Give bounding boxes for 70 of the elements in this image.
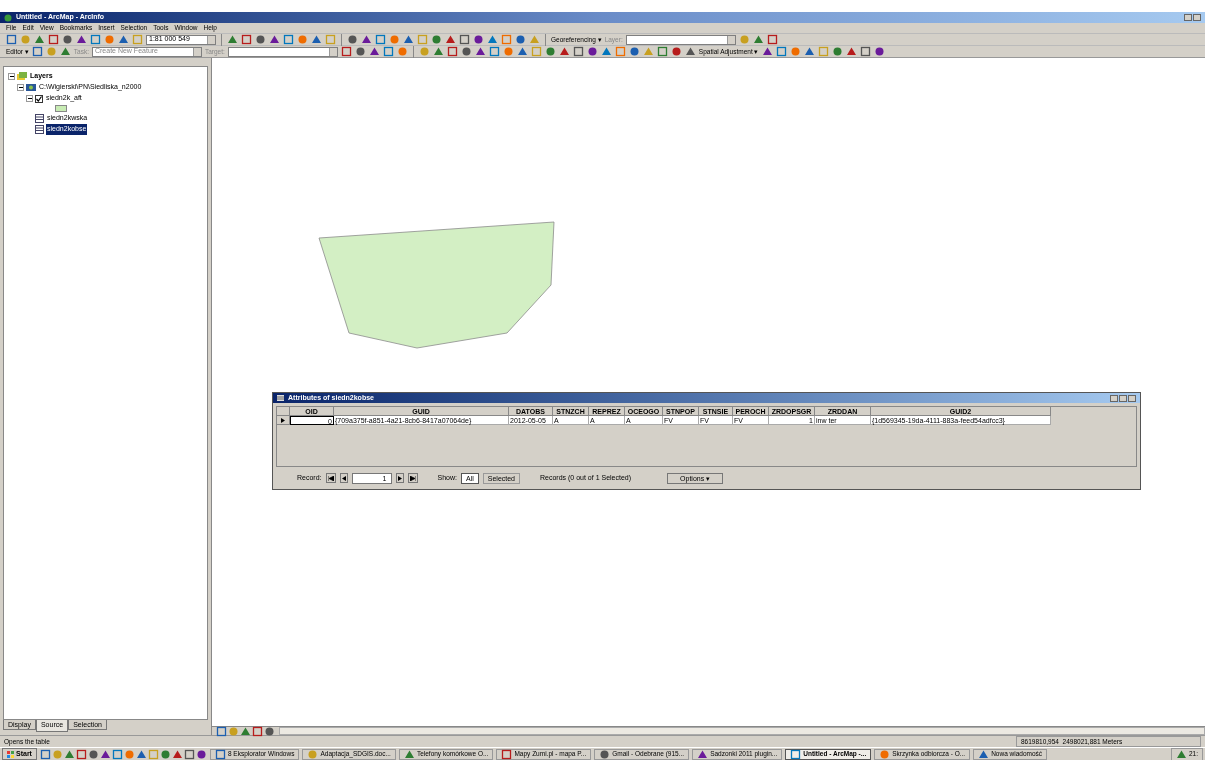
maximize-button[interactable] <box>1193 14 1201 21</box>
next-record-button[interactable] <box>395 473 404 483</box>
tool-icon[interactable] <box>431 34 442 45</box>
tool-icon[interactable] <box>515 34 526 45</box>
tool-icon[interactable] <box>228 725 239 737</box>
tool-icon[interactable] <box>873 46 885 57</box>
tool-icon[interactable] <box>670 46 682 57</box>
first-record-button[interactable] <box>325 473 336 483</box>
tool-icon[interactable] <box>183 748 195 760</box>
tool-icon[interactable] <box>473 34 484 45</box>
tool-icon[interactable] <box>831 46 843 57</box>
tool-icon[interactable] <box>264 725 275 737</box>
previous-record-button[interactable] <box>339 473 348 483</box>
tool-icon[interactable] <box>656 46 668 57</box>
tool-icon[interactable] <box>790 748 802 760</box>
tool-icon[interactable] <box>628 46 640 57</box>
maximize-button[interactable] <box>1119 394 1127 402</box>
windows-logo-icon <box>7 750 14 758</box>
tool-icon[interactable] <box>39 748 51 760</box>
layers-icon <box>17 72 27 81</box>
minimize-button[interactable] <box>1184 14 1192 21</box>
tool-icon[interactable] <box>354 46 366 57</box>
tool-icon[interactable] <box>775 46 787 57</box>
tool-icon[interactable] <box>240 725 251 737</box>
tool-icon[interactable] <box>382 46 394 57</box>
table-icon <box>35 125 44 134</box>
tool-icon[interactable] <box>586 46 598 57</box>
tool-icon[interactable] <box>488 46 500 57</box>
layer-dropdown[interactable] <box>625 34 736 45</box>
last-record-button[interactable] <box>407 473 418 483</box>
tool-icon[interactable] <box>501 748 513 760</box>
tool-icon[interactable] <box>195 748 207 760</box>
checkbox[interactable] <box>35 94 43 103</box>
horizontal-scrollbar[interactable] <box>279 727 1205 735</box>
tool-icon[interactable] <box>375 34 386 45</box>
tool-icon[interactable] <box>459 34 470 45</box>
tool-icon[interactable] <box>241 34 252 45</box>
tool-icon[interactable] <box>572 46 584 57</box>
tool-icon[interactable] <box>340 46 352 57</box>
tool-icon[interactable] <box>214 748 226 760</box>
table-icon <box>277 395 284 401</box>
tool-icon[interactable] <box>544 46 556 57</box>
tool-icon[interactable] <box>48 34 59 45</box>
tool-icon[interactable] <box>87 748 99 760</box>
tool-icon[interactable] <box>766 34 778 45</box>
database-icon <box>26 83 36 92</box>
tool-icon[interactable] <box>62 34 73 45</box>
tool-icon[interactable] <box>599 748 611 760</box>
app-icon <box>4 13 12 22</box>
tool-icon[interactable] <box>347 34 358 45</box>
tool-icon[interactable] <box>111 748 123 760</box>
target-dropdown[interactable] <box>227 46 338 57</box>
close-button[interactable] <box>1128 394 1136 402</box>
tool-icon[interactable] <box>255 34 266 45</box>
tool-icon[interactable] <box>446 46 458 57</box>
collapse-icon[interactable] <box>8 73 15 80</box>
minimize-button[interactable] <box>1110 394 1118 402</box>
tool-icon[interactable] <box>216 725 227 737</box>
tool-icon[interactable] <box>75 748 87 760</box>
table-icon <box>35 114 44 123</box>
tool-icon[interactable] <box>859 46 871 57</box>
tool-icon[interactable] <box>6 34 17 45</box>
tool-icon[interactable] <box>90 34 101 45</box>
tool-icon[interactable] <box>283 34 294 45</box>
tool-icon[interactable] <box>159 748 171 760</box>
collapse-icon[interactable] <box>26 95 33 102</box>
collapse-icon[interactable] <box>17 84 24 91</box>
tool-icon[interactable] <box>460 46 472 57</box>
tool-icon[interactable] <box>31 46 43 57</box>
tool-icon[interactable] <box>252 725 263 737</box>
